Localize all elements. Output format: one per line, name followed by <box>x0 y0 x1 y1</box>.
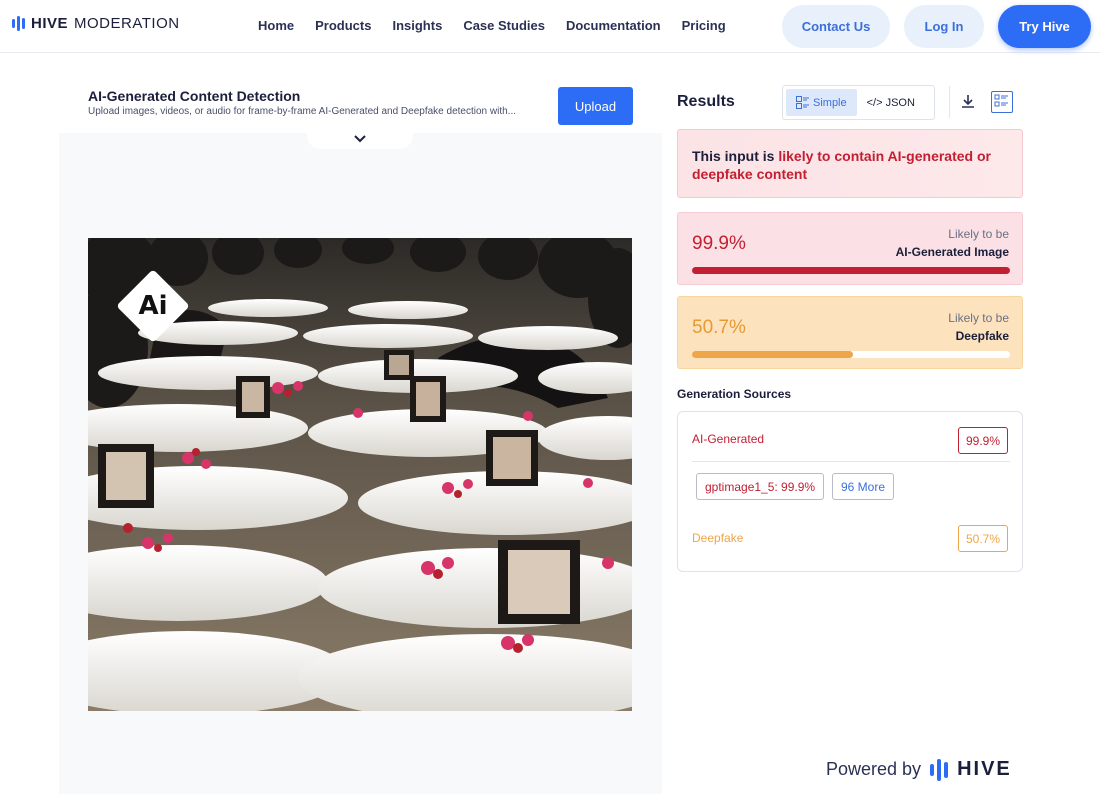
footer-brand: HIVE <box>957 758 1012 780</box>
ai-generated-progress-fill <box>692 267 1010 274</box>
upload-title: AI-Generated Content Detection <box>88 88 301 104</box>
nav-link-documentation[interactable]: Documentation <box>566 18 661 33</box>
verdict-banner: This input is likely to contain AI-gener… <box>677 129 1023 198</box>
toolbar-divider <box>949 86 950 118</box>
top-nav: HIVE MODERATION Home Products Insights Ca… <box>0 0 1100 53</box>
more-models-button[interactable]: 96 More <box>832 473 895 500</box>
nav-link-case-studies[interactable]: Case Studies <box>463 18 545 33</box>
source-deepfake-label: Deepfake <box>692 531 744 545</box>
view-simple-label: Simple <box>813 96 847 109</box>
log-in-button[interactable]: Log In <box>904 5 984 48</box>
nav-link-home[interactable]: Home <box>258 18 294 33</box>
nav-link-products[interactable]: Products <box>315 18 371 33</box>
ai-generated-image-label: AI-Generated Image <box>895 245 1009 259</box>
deepfake-percent: 50.7% <box>692 317 746 338</box>
results-title: Results <box>677 93 735 110</box>
contact-us-button[interactable]: Contact Us <box>782 5 890 48</box>
list-view-icon <box>796 96 809 109</box>
ai-badge: Ai <box>115 268 191 344</box>
view-json-button[interactable]: </> JSON <box>857 89 925 116</box>
hive-logo[interactable]: HIVE MODERATION <box>12 15 180 32</box>
download-icon[interactable] <box>958 92 978 112</box>
details-view-icon[interactable] <box>991 91 1013 113</box>
source-ai-generated-value: 99.9% <box>957 427 1008 454</box>
powered-by[interactable]: Powered by HIVE <box>826 758 1012 781</box>
ai-generated-percent: 99.9% <box>692 233 746 254</box>
upload-button[interactable]: Upload <box>558 87 633 125</box>
deepfake-progress-fill <box>692 351 854 358</box>
hive-logo-icon <box>12 16 25 31</box>
collapse-toggle[interactable] <box>307 128 413 149</box>
powered-by-label: Powered by <box>826 759 922 779</box>
ai-badge-label: Ai <box>138 291 168 321</box>
nav-link-pricing[interactable]: Pricing <box>682 18 726 33</box>
ai-generated-score-card: 99.9% Likely to be AI-Generated Image <box>677 212 1023 285</box>
view-simple-button[interactable]: Simple <box>786 89 857 116</box>
likely-to-be-label: Likely to be <box>948 311 1009 325</box>
verdict-prefix: This input is <box>692 148 779 164</box>
try-hive-button[interactable]: Try Hive <box>998 5 1091 48</box>
hive-logo-icon <box>930 758 949 781</box>
generation-sources-box: AI-Generated 99.9% gptimage1_5: 99.9% 96… <box>677 411 1023 572</box>
source-ai-generated-label: AI-Generated <box>692 432 765 446</box>
sources-divider <box>692 461 1010 462</box>
deepfake-progress <box>692 351 1010 358</box>
chevron-down-icon <box>354 135 366 143</box>
upload-subtitle: Upload images, videos, or audio for fram… <box>88 106 517 117</box>
likely-to-be-label: Likely to be <box>948 227 1009 241</box>
deepfake-label: Deepfake <box>955 329 1009 343</box>
brand-bold: HIVE <box>31 15 69 32</box>
view-json-label: </> JSON <box>866 96 915 109</box>
ai-generated-progress <box>692 267 1010 274</box>
nav-links: Home Products Insights Case Studies Docu… <box>258 18 726 33</box>
deepfake-score-card: 50.7% Likely to be Deepfake <box>677 296 1023 369</box>
brand-light: MODERATION <box>74 15 180 32</box>
view-toggle: Simple </> JSON <box>782 85 935 120</box>
source-deepfake-value: 50.7% <box>957 525 1008 552</box>
deepfake-likely: Likely to be Deepfake <box>948 309 1009 345</box>
ai-generated-likely: Likely to be AI-Generated Image <box>896 225 1009 261</box>
nav-link-insights[interactable]: Insights <box>392 18 442 33</box>
model-tag-gptimage[interactable]: gptimage1_5: 99.9% <box>696 473 825 500</box>
generation-sources-title: Generation Sources <box>677 387 792 401</box>
